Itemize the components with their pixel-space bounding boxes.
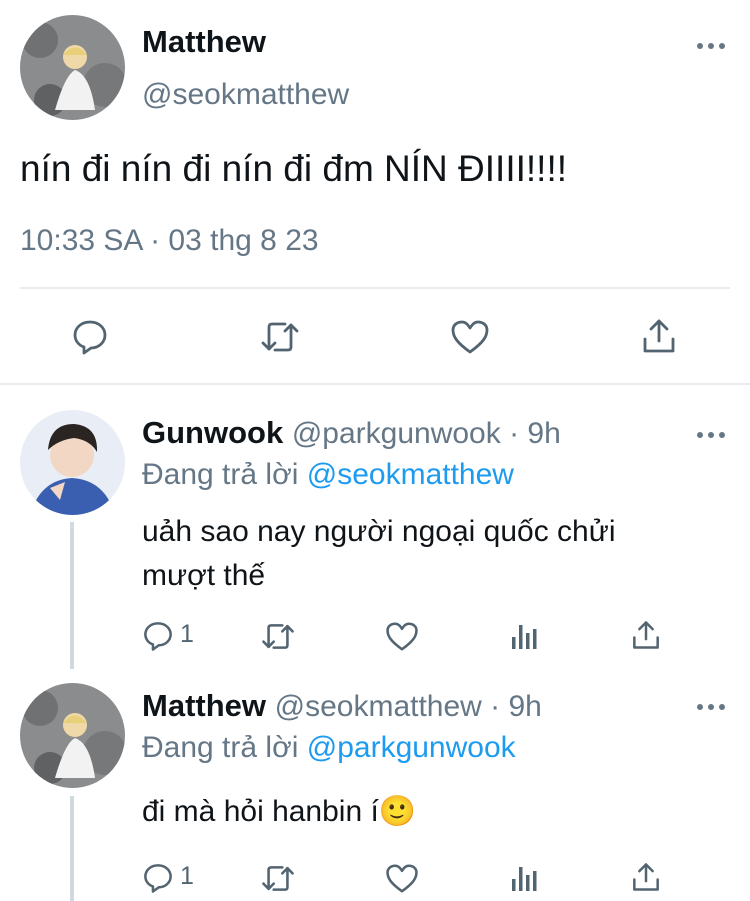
reply-count: 1 [180,862,194,890]
author-handle[interactable]: @seokmatthew [142,78,349,112]
retweet-icon[interactable] [260,621,296,652]
replying-label: Đang trả lời [142,458,307,491]
reply-text: đi mà hỏi hanbin í🙂 [142,795,417,828]
tweet-timestamp: 10:33 SA · 03 thg 8 23 [20,224,319,257]
divider [20,287,730,289]
reply-text-line: uảh sao nay người ngoại quốc chửi [142,515,616,548]
mention-link[interactable]: @parkgunwook [307,731,516,764]
author-handle[interactable]: @seokmatthew · 9h [275,690,542,723]
reply-icon[interactable] [142,862,174,894]
more-options-icon[interactable] [697,432,725,438]
reply-text-line: mượt thế [142,559,266,592]
retweet-icon[interactable] [259,319,301,355]
author-name[interactable]: Gunwook [142,415,283,450]
like-icon[interactable] [385,863,419,894]
like-icon[interactable] [450,319,490,355]
reply-text: uảh sao nay người ngoại quốc chửi mượt t… [142,510,615,598]
avatar[interactable] [20,410,125,515]
share-icon[interactable] [641,317,677,355]
analytics-icon[interactable] [511,621,539,651]
mention-link[interactable]: @seokmatthew [307,458,514,491]
share-icon[interactable] [631,861,661,893]
avatar[interactable] [20,683,125,788]
author-name[interactable]: Matthew [142,24,266,60]
replying-to: Đang trả lời @seokmatthew [142,458,514,492]
reply-icon[interactable] [142,620,174,652]
replying-to: Đang trả lời @parkgunwook [142,731,516,765]
thread-line [70,796,74,901]
share-icon[interactable] [631,619,661,651]
author-handle[interactable]: @parkgunwook · 9h [292,417,561,450]
more-options-icon[interactable] [697,43,725,49]
retweet-icon[interactable] [260,863,296,894]
thread-line [70,522,74,669]
replying-label: Đang trả lời [142,731,307,764]
section-divider [0,383,750,385]
author-name[interactable]: Matthew [142,688,266,723]
reply-count: 1 [180,620,194,648]
tweet-text: nín đi nín đi nín đi đm NÍN ĐIIII!!!! [20,148,568,189]
analytics-icon[interactable] [511,863,539,893]
reply-icon[interactable] [71,318,109,356]
more-options-icon[interactable] [697,704,725,710]
like-icon[interactable] [385,621,419,652]
avatar[interactable] [20,15,125,120]
